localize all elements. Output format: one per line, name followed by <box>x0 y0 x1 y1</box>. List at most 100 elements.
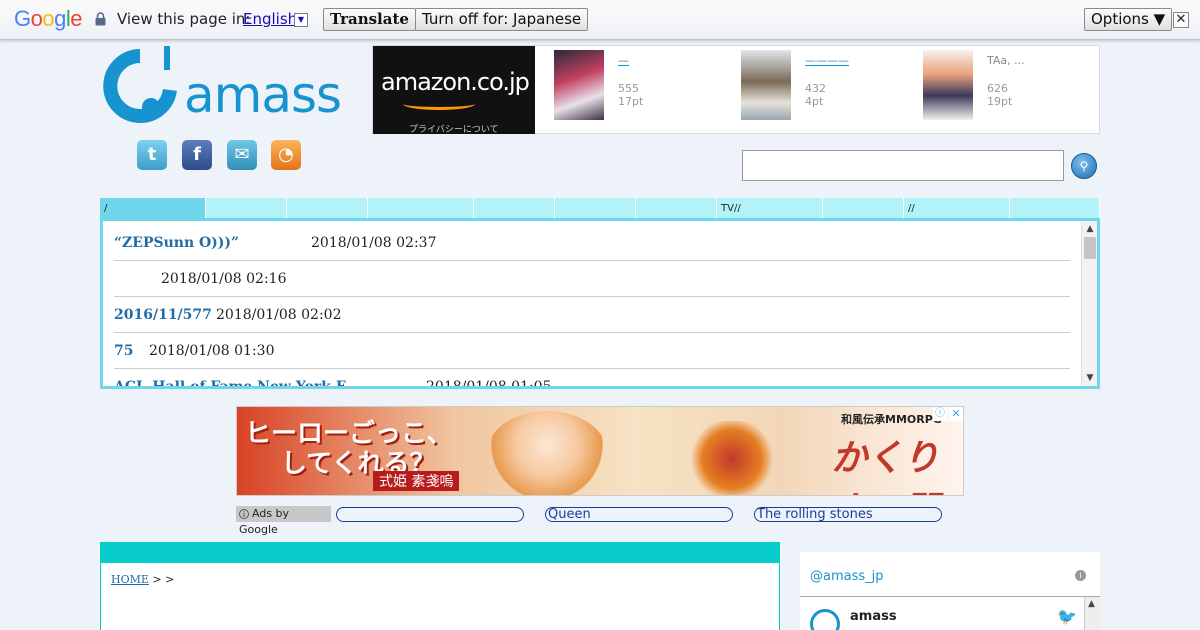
news-list: “ZEPSunn O)))” 2018/01/08 02:37 2018/01/… <box>100 218 1100 389</box>
news-title[interactable]: 2016/11/577 <box>114 307 212 323</box>
mail-icon[interactable]: ✉ <box>227 140 257 170</box>
feed-scrollbar[interactable]: ▲ <box>1084 597 1100 630</box>
product-count: 626 <box>987 82 1008 95</box>
news-date: 2018/01/08 02:02 <box>216 307 342 323</box>
product-item[interactable]: TAa, ... 626 19pt <box>923 50 1103 130</box>
chevron-down-icon[interactable]: ▼ <box>294 13 308 27</box>
lock-icon <box>95 12 106 26</box>
banner-character-image <box>487 411 607 495</box>
product-stats: 432 4pt <box>805 82 826 108</box>
product-image[interactable] <box>923 50 973 120</box>
scroll-up-icon[interactable]: ▲ <box>1088 599 1095 609</box>
breadcrumb-separator: > <box>165 573 175 586</box>
news-date: 2018/01/08 01:05 <box>426 379 552 389</box>
site-logo[interactable]: amass <box>100 46 342 128</box>
twitter-handle-link[interactable]: @amass_jp <box>810 569 884 584</box>
product-count: 555 <box>618 82 639 95</box>
twitter-icon[interactable]: t <box>137 140 167 170</box>
close-icon[interactable]: ✕ <box>1173 12 1189 28</box>
rss-icon[interactable]: ◔ <box>271 140 301 170</box>
product-stats: 555 17pt <box>618 82 643 108</box>
translate-button[interactable]: Translate <box>323 8 416 31</box>
turn-off-button[interactable]: Turn off for: Japanese <box>415 8 589 31</box>
logo-mark-icon <box>103 46 177 123</box>
product-title[interactable]: TAa, ... <box>987 54 1025 67</box>
list-item[interactable]: 2016/11/577 2018/01/08 02:02 <box>114 297 1070 333</box>
list-item[interactable]: ACI, Hall of Fame New York F... 2018/01/… <box>114 369 1070 389</box>
ad-close-icon[interactable]: ✕ <box>949 407 963 421</box>
list-item[interactable]: 75 2018/01/08 01:30 <box>114 333 1070 369</box>
news-title[interactable]: “ZEPSunn O)))” <box>114 235 239 251</box>
news-title[interactable]: ACI, Hall of Fame New York F... <box>114 379 359 386</box>
banner-title: かくりよの門 <box>831 437 940 495</box>
nav-item[interactable]: / <box>100 198 206 218</box>
nav-item[interactable] <box>287 198 368 218</box>
news-date: 2018/01/08 02:16 <box>161 271 287 287</box>
nav-item[interactable]: // <box>904 198 1010 218</box>
breadcrumb-home-link[interactable]: HOME <box>111 573 149 586</box>
product-count: 432 <box>805 82 826 95</box>
nav-item[interactable] <box>1010 198 1100 218</box>
list-item[interactable]: “ZEPSunn O)))” 2018/01/08 02:37 <box>114 225 1070 261</box>
language-select[interactable]: English <box>243 10 297 28</box>
info-icon: i <box>239 509 249 519</box>
facebook-icon[interactable]: f <box>182 140 212 170</box>
ads-by-google[interactable]: i Ads by Google <box>236 506 331 536</box>
ad-link[interactable]: Queen <box>545 507 733 522</box>
breadcrumb-separator: > <box>148 573 166 586</box>
product-item[interactable]: — 555 17pt <box>554 50 734 130</box>
article-header <box>101 543 779 563</box>
product-image[interactable] <box>554 50 604 120</box>
search-input[interactable] <box>742 150 1064 181</box>
search-icon[interactable]: ⚲ <box>1071 153 1097 179</box>
banner-badge: 式姫 素戔嗚 <box>373 471 460 491</box>
amazon-logo: amazon.co.jp <box>381 68 530 96</box>
tweet-author[interactable]: amass <box>850 609 897 624</box>
product-title[interactable]: — <box>618 54 629 67</box>
ad-info-icon[interactable]: ⓘ <box>933 407 947 421</box>
amazon-smile-icon <box>403 98 475 110</box>
banner-tag: 和風伝承MMORPG <box>841 413 942 426</box>
amazon-banner[interactable]: amazon.co.jp プライバシーについて <box>373 46 535 135</box>
article-panel: HOME > > <box>100 542 780 630</box>
nav-item[interactable] <box>368 198 474 218</box>
ad-link[interactable] <box>336 507 524 522</box>
nav-item[interactable] <box>636 198 717 218</box>
breadcrumb: HOME > > <box>111 573 174 586</box>
ad-link[interactable]: The rolling stones <box>754 507 942 522</box>
product-item[interactable]: ———— 432 4pt <box>741 50 921 130</box>
tweet-feed: amass 🐦 ▲ <box>800 596 1100 630</box>
logo-wordmark: amass <box>184 66 342 124</box>
banner-ad[interactable]: ヒーローごっこ、 してくれる？ 式姫 素戔嗚 和風伝承MMORPG かくりよの門… <box>236 406 964 496</box>
amazon-privacy-link[interactable]: プライバシーについて <box>409 122 499 135</box>
nav-item[interactable] <box>206 198 287 218</box>
news-title[interactable]: 75 <box>114 343 133 359</box>
product-stats: 626 19pt <box>987 82 1012 108</box>
nav-item[interactable]: TV// <box>717 198 823 218</box>
nav-item[interactable] <box>823 198 904 218</box>
nav-item[interactable] <box>474 198 555 218</box>
product-points: 4pt <box>805 95 824 108</box>
product-image[interactable] <box>741 50 791 120</box>
news-date: 2018/01/08 01:30 <box>149 343 275 359</box>
product-points: 17pt <box>618 95 644 108</box>
options-button[interactable]: Options ▼ <box>1084 8 1173 31</box>
scroll-thumb[interactable] <box>1084 237 1096 259</box>
list-item[interactable]: 2018/01/08 02:16 <box>114 261 1070 297</box>
amazon-ad[interactable]: amazon.co.jp プライバシーについて — 555 17pt ———— 4… <box>372 45 1103 135</box>
twitter-widget: @amass_jp i amass 🐦 ▲ <box>800 552 1100 630</box>
news-date: 2018/01/08 02:37 <box>311 235 437 251</box>
category-nav: / TV// // <box>100 198 1100 218</box>
banner-character-image <box>687 421 777 495</box>
twitter-bird-icon: 🐦 <box>1057 607 1077 626</box>
scroll-up-icon[interactable]: ▲ <box>1084 223 1096 235</box>
scroll-down-icon[interactable]: ▼ <box>1084 372 1096 384</box>
translate-prompt: View this page in: <box>117 10 251 28</box>
news-scrollbar[interactable]: ▲ ▼ <box>1081 221 1097 386</box>
product-title[interactable]: ———— <box>805 54 849 67</box>
info-icon[interactable]: i <box>1075 570 1086 581</box>
avatar[interactable] <box>810 609 840 630</box>
translate-bar: Google View this page in: English ▼ Tran… <box>0 0 1200 40</box>
nav-item[interactable] <box>555 198 636 218</box>
google-logo: Google <box>14 6 83 31</box>
